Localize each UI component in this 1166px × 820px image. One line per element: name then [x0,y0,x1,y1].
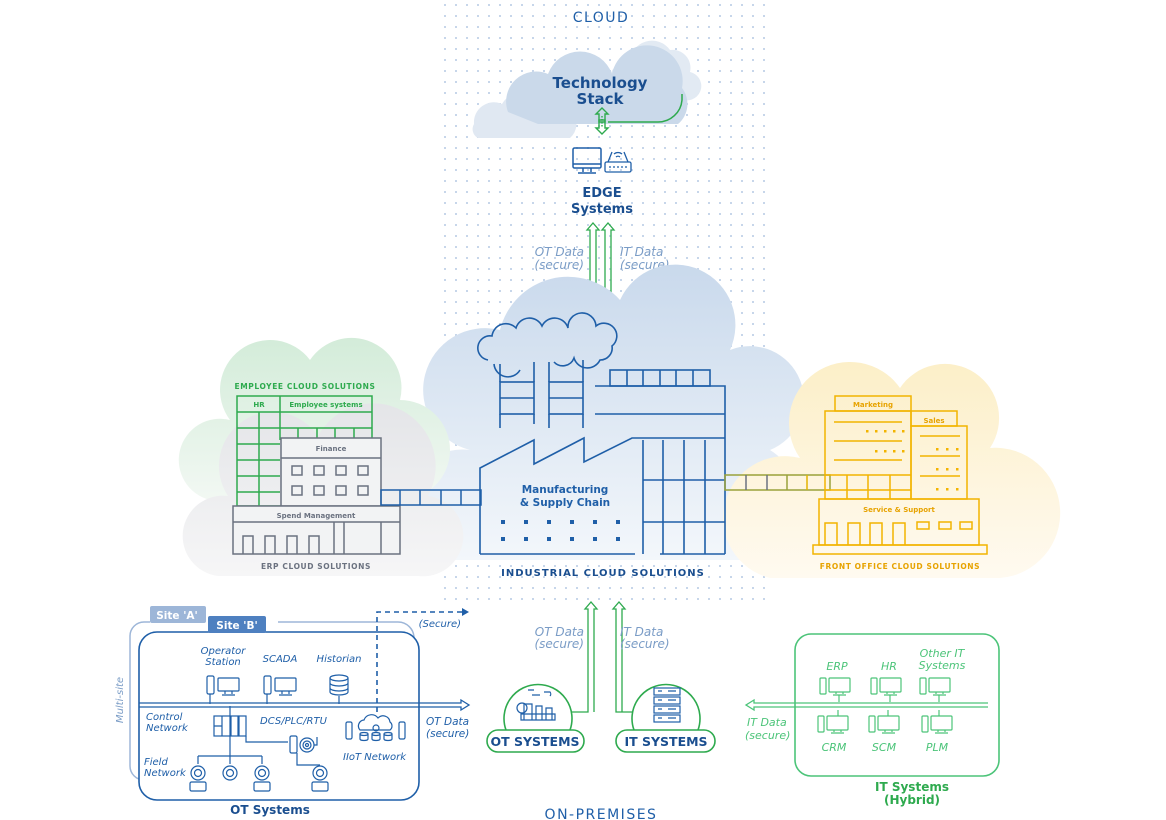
it-scm-label: SCM [872,741,897,754]
front-office-cloud-caption: FRONT OFFICE CLOUD SOLUTIONS [820,562,980,571]
it-other-label-line2: Systems [919,659,966,672]
dcs-plc-rtu-label: DCS/PLC/RTU [260,716,328,727]
field-network-label: Field [144,757,168,768]
service-support-label: Service & Support [863,506,935,514]
ot-data-out-sub: (secure) [426,728,469,740]
it-systems-label: IT SYSTEMS [624,734,707,749]
sales-label: Sales [923,417,944,425]
ot-data-out-label: OT Data [426,716,469,728]
erp-cloud-caption: ERP CLOUD SOLUTIONS [261,562,371,571]
it-data-out-sub: (secure) [745,729,790,742]
edge-systems-label: EDGE [582,186,621,201]
onprem-ot-data-sub: (secure) [534,637,584,651]
onprem-it-data-sub: (secure) [620,637,670,651]
operator-station-label-line2: Station [205,657,241,668]
cloud-it-data-label: IT Data [620,245,663,259]
manufacturing-label: Manufacturing [522,484,609,496]
it-erp-label: ERP [826,660,848,673]
secure-label: (Secure) [419,619,461,630]
hr-label: HR [253,401,265,409]
cloud-ot-data-sub: (secure) [534,258,584,272]
cloud-ot-data-label: OT Data [535,245,584,259]
ot-systems-panel[interactable]: Site 'A' Site 'B' Multi-site (Secure) Op… [115,606,471,817]
field-network-label-line2: Network [144,768,187,779]
employee-cloud-caption: EMPLOYEE CLOUD SOLUTIONS [234,382,375,391]
it-panel-frame [794,633,1000,777]
it-systems-panel-title: IT Systems [875,780,949,794]
operator-station-label: Operator [201,646,247,657]
employee-systems-label: Employee systems [289,401,362,409]
site-a-label: Site 'A' [156,610,198,622]
on-prem-to-cloud-arrows [570,601,634,713]
it-data-out-label: IT Data [747,716,787,729]
industrial-cloud-caption: INDUSTRIAL CLOUD SOLUTIONS [501,568,705,579]
hybrid-architecture-diagram: CLOUD ON-PREMISES Technology Stack EDGE … [115,0,1061,820]
scada-label: SCADA [263,654,298,665]
cloud-zone-label: CLOUD [573,10,630,26]
site-b-label: Site 'B' [216,620,257,632]
it-crm-label: CRM [822,741,847,754]
control-network-label-line2: Network [146,723,189,734]
multi-site-label: Multi-site [115,677,126,723]
marketing-label: Marketing [853,401,893,409]
manufacturing-label-line2: & Supply Chain [520,497,610,509]
edge-systems-label-line2: Systems [571,202,633,217]
historian-label: Historian [317,654,362,665]
technology-stack-label-line2: Stack [577,90,625,108]
on-premises-zone-label: ON-PREMISES [545,807,658,820]
it-systems-panel-subtitle: (Hybrid) [884,793,940,807]
finance-label: Finance [316,445,347,453]
it-plm-label: PLM [926,741,949,754]
ot-systems-badge[interactable]: OT SYSTEMS [486,683,585,753]
control-network-label: Control [146,712,183,723]
it-hr-label: HR [881,660,897,673]
ot-systems-panel-title: OT Systems [230,803,310,817]
iiot-network-label: IIoT Network [343,752,407,763]
ot-systems-label: OT SYSTEMS [490,734,579,749]
spend-management-label: Spend Management [277,512,356,520]
it-systems-panel[interactable]: ERP HR Other IT Systems CRM SCM PLM IT D… [744,633,1000,807]
it-systems-badge[interactable]: IT SYSTEMS [615,683,716,753]
